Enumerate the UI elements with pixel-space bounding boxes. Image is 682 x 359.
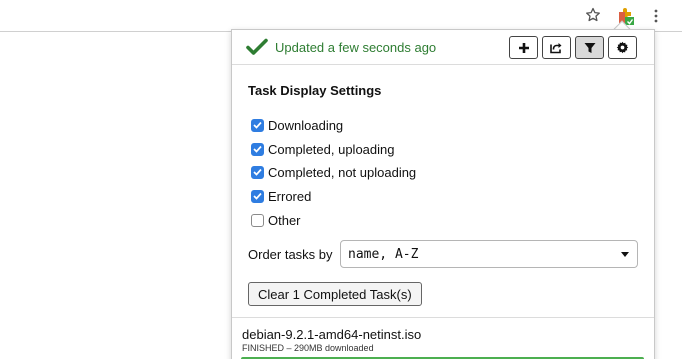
order-label: Order tasks by [248, 247, 333, 262]
header-button-group [509, 36, 641, 59]
filter-button[interactable] [575, 36, 604, 59]
update-status-text: Updated a few seconds ago [275, 40, 437, 55]
option-label: Completed, not uploading [268, 164, 417, 180]
order-select-value: name, A-Z [348, 246, 419, 262]
filter-option-other[interactable]: Other [251, 212, 301, 228]
share-icon [549, 43, 561, 54]
gear-icon [616, 41, 629, 54]
checkbox-checked[interactable] [251, 142, 264, 156]
settings-title: Task Display Settings [248, 83, 382, 98]
filter-option-errored[interactable]: Errored [251, 188, 311, 204]
checkmark-icon [246, 38, 268, 55]
settings-button[interactable] [608, 36, 637, 59]
popup-header: Updated a few seconds ago [232, 30, 654, 64]
toolbar-divider [0, 31, 232, 32]
filter-option-completed-uploading[interactable]: Completed, uploading [251, 141, 394, 157]
plus-icon [518, 42, 529, 53]
open-web-ui-button[interactable] [542, 36, 571, 59]
filter-option-completed-not-uploading[interactable]: Completed, not uploading [251, 164, 416, 180]
chevron-down-icon [621, 252, 629, 257]
extension-popup: Updated a few seconds ago Task Display S… [231, 29, 655, 359]
task-name: debian-9.2.1-amd64-netinst.iso [242, 327, 422, 342]
browser-toolbar [0, 0, 682, 32]
checkbox-checked[interactable] [251, 165, 264, 179]
header-divider [232, 64, 654, 65]
toolbar-divider-right [655, 31, 682, 32]
filter-option-downloading[interactable]: Downloading [251, 117, 343, 133]
browser-menu-kebab-icon[interactable] [648, 4, 664, 28]
task-list-item[interactable]: debian-9.2.1-amd64-netinst.iso FINISHED … [232, 318, 654, 359]
order-select[interactable]: name, A-Z [340, 240, 638, 268]
filter-icon [584, 42, 595, 53]
option-label: Downloading [268, 117, 344, 133]
option-label: Other [268, 212, 301, 228]
task-status: FINISHED – 290MB downloaded [242, 343, 374, 353]
bookmark-star-icon[interactable] [582, 4, 604, 26]
option-label: Errored [268, 188, 312, 204]
add-task-button[interactable] [509, 36, 538, 59]
clear-completed-button[interactable]: Clear 1 Completed Task(s) [248, 282, 422, 306]
option-label: Completed, uploading [268, 141, 395, 157]
checkbox-checked[interactable] [251, 118, 264, 132]
checkbox-unchecked[interactable] [251, 213, 264, 227]
checkbox-checked[interactable] [251, 189, 264, 203]
